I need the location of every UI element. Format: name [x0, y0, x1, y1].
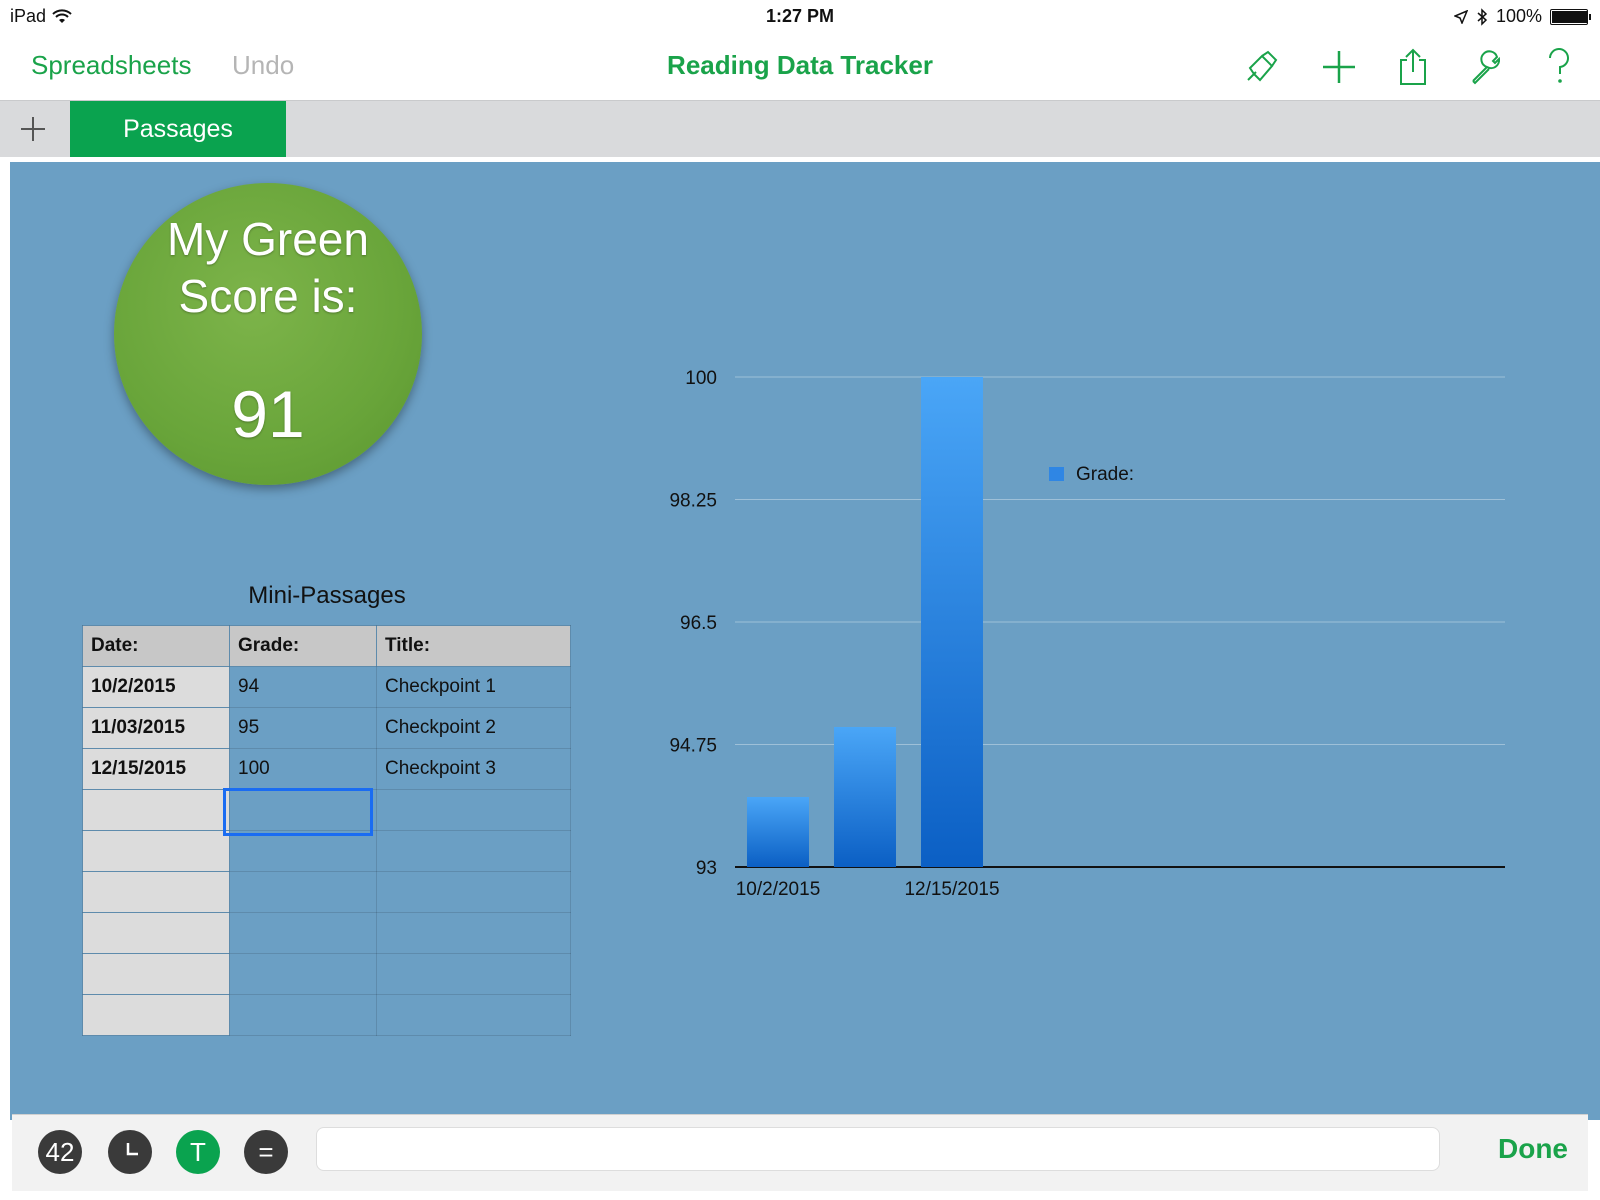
- formula-keyboard-label: =: [258, 1136, 274, 1167]
- chart-bar[interactable]: [747, 797, 809, 867]
- score-label: My Green Score is:: [167, 213, 369, 322]
- table-cell[interactable]: 10/2/2015: [82, 666, 230, 708]
- table-cell[interactable]: 11/03/2015: [82, 707, 230, 749]
- y-tick-label: 93: [696, 858, 717, 879]
- table-cell[interactable]: [376, 789, 571, 831]
- table-cell[interactable]: [376, 953, 571, 995]
- table-cell[interactable]: [82, 994, 230, 1036]
- share-icon[interactable]: [1390, 44, 1436, 90]
- score-value: 91: [231, 377, 305, 451]
- formula-bar: 42 T = Done: [12, 1114, 1588, 1191]
- chart-bar[interactable]: [834, 727, 896, 867]
- chart-bar[interactable]: [921, 377, 983, 867]
- y-tick-label: 94.75: [669, 736, 717, 757]
- table-cell[interactable]: [229, 830, 377, 872]
- battery-icon: [1550, 8, 1591, 25]
- table-cell[interactable]: 94: [229, 666, 377, 708]
- table-title: Mini-Passages: [248, 582, 406, 609]
- tab-label: Passages: [123, 114, 233, 143]
- table-cell[interactable]: Checkpoint 2: [376, 707, 571, 749]
- table-cell[interactable]: [229, 953, 377, 995]
- table-cell[interactable]: [82, 789, 230, 831]
- battery-percent: 100%: [1495, 6, 1542, 26]
- text-keyboard-button[interactable]: T: [176, 1130, 220, 1174]
- sheet-canvas: My Green Score is: 91 Mini-Passages Date…: [10, 162, 1600, 1120]
- number-keyboard-button[interactable]: 42: [38, 1130, 82, 1174]
- table-cell[interactable]: [376, 830, 571, 872]
- table-row: 11/03/2015 95 Checkpoint 2: [82, 707, 571, 749]
- legend-swatch: [1049, 467, 1064, 481]
- table-cell[interactable]: [229, 912, 377, 954]
- table-cell[interactable]: 100: [229, 748, 377, 790]
- table-header-cell[interactable]: Title:: [376, 625, 571, 667]
- table-cell[interactable]: Checkpoint 3: [376, 748, 571, 790]
- table-cell[interactable]: [376, 871, 571, 913]
- table-cell[interactable]: [82, 871, 230, 913]
- table-row: [82, 871, 571, 913]
- done-button[interactable]: Done: [1498, 1133, 1568, 1165]
- table-cell[interactable]: [82, 830, 230, 872]
- table-cell[interactable]: [82, 953, 230, 995]
- table-cell[interactable]: [376, 912, 571, 954]
- y-tick-label: 96.5: [680, 613, 717, 634]
- table-header-cell[interactable]: Date:: [82, 625, 230, 667]
- clock-icon[interactable]: [108, 1130, 152, 1174]
- status-time: 1:27 PM: [765, 6, 835, 26]
- table-header-row: Date: Grade: Title:: [82, 625, 571, 667]
- table-cell[interactable]: 95: [229, 707, 377, 749]
- table-cell[interactable]: Checkpoint 1: [376, 666, 571, 708]
- tab-passages[interactable]: Passages: [70, 101, 286, 157]
- location-icon: [1453, 9, 1468, 24]
- table-cell[interactable]: [376, 994, 571, 1036]
- y-tick-label: 98.25: [669, 491, 717, 512]
- selected-cell[interactable]: [223, 788, 373, 836]
- table-cell[interactable]: [82, 912, 230, 954]
- plus-icon[interactable]: [1316, 44, 1362, 90]
- y-tick-label: 100: [685, 368, 717, 389]
- table-cell[interactable]: [229, 994, 377, 1036]
- table-cell[interactable]: [229, 871, 377, 913]
- score-circle[interactable]: My Green Score is: 91: [114, 183, 422, 485]
- nav-bar: Spreadsheets Undo Reading Data Tracker: [0, 34, 1600, 100]
- bluetooth-icon: [1477, 7, 1488, 26]
- table-row: [82, 994, 571, 1036]
- legend-label: Grade:: [1076, 464, 1134, 485]
- x-tick-label: 12/15/2015: [904, 879, 999, 900]
- table-row: 10/2/2015 94 Checkpoint 1: [82, 666, 571, 708]
- table-row: [82, 830, 571, 872]
- formula-input[interactable]: [316, 1127, 1440, 1171]
- wrench-icon[interactable]: [1464, 44, 1510, 90]
- help-icon[interactable]: [1536, 44, 1582, 90]
- grade-bar-chart[interactable]: 100 98.25 96.5 94.75 93 10/2/2015 12/15/2015 Gr…: [640, 282, 1540, 1082]
- table-row: [82, 953, 571, 995]
- text-keyboard-label: T: [190, 1136, 206, 1167]
- table-header-cell[interactable]: Grade:: [229, 625, 377, 667]
- formula-keyboard-button[interactable]: =: [244, 1130, 288, 1174]
- battery-fill: [1552, 10, 1588, 23]
- table-row: [82, 912, 571, 954]
- table-row: 12/15/2015 100 Checkpoint 3: [82, 748, 571, 790]
- format-brush-icon[interactable]: [1238, 44, 1284, 90]
- x-tick-label: 10/2/2015: [736, 879, 821, 900]
- status-bar: iPad 1:27 PM 100%: [0, 0, 1600, 34]
- number-keyboard-label: 42: [45, 1136, 75, 1167]
- table-cell[interactable]: 12/15/2015: [82, 748, 230, 790]
- add-sheet-icon[interactable]: [10, 107, 56, 151]
- sheet-tab-bar: Passages: [0, 100, 1600, 157]
